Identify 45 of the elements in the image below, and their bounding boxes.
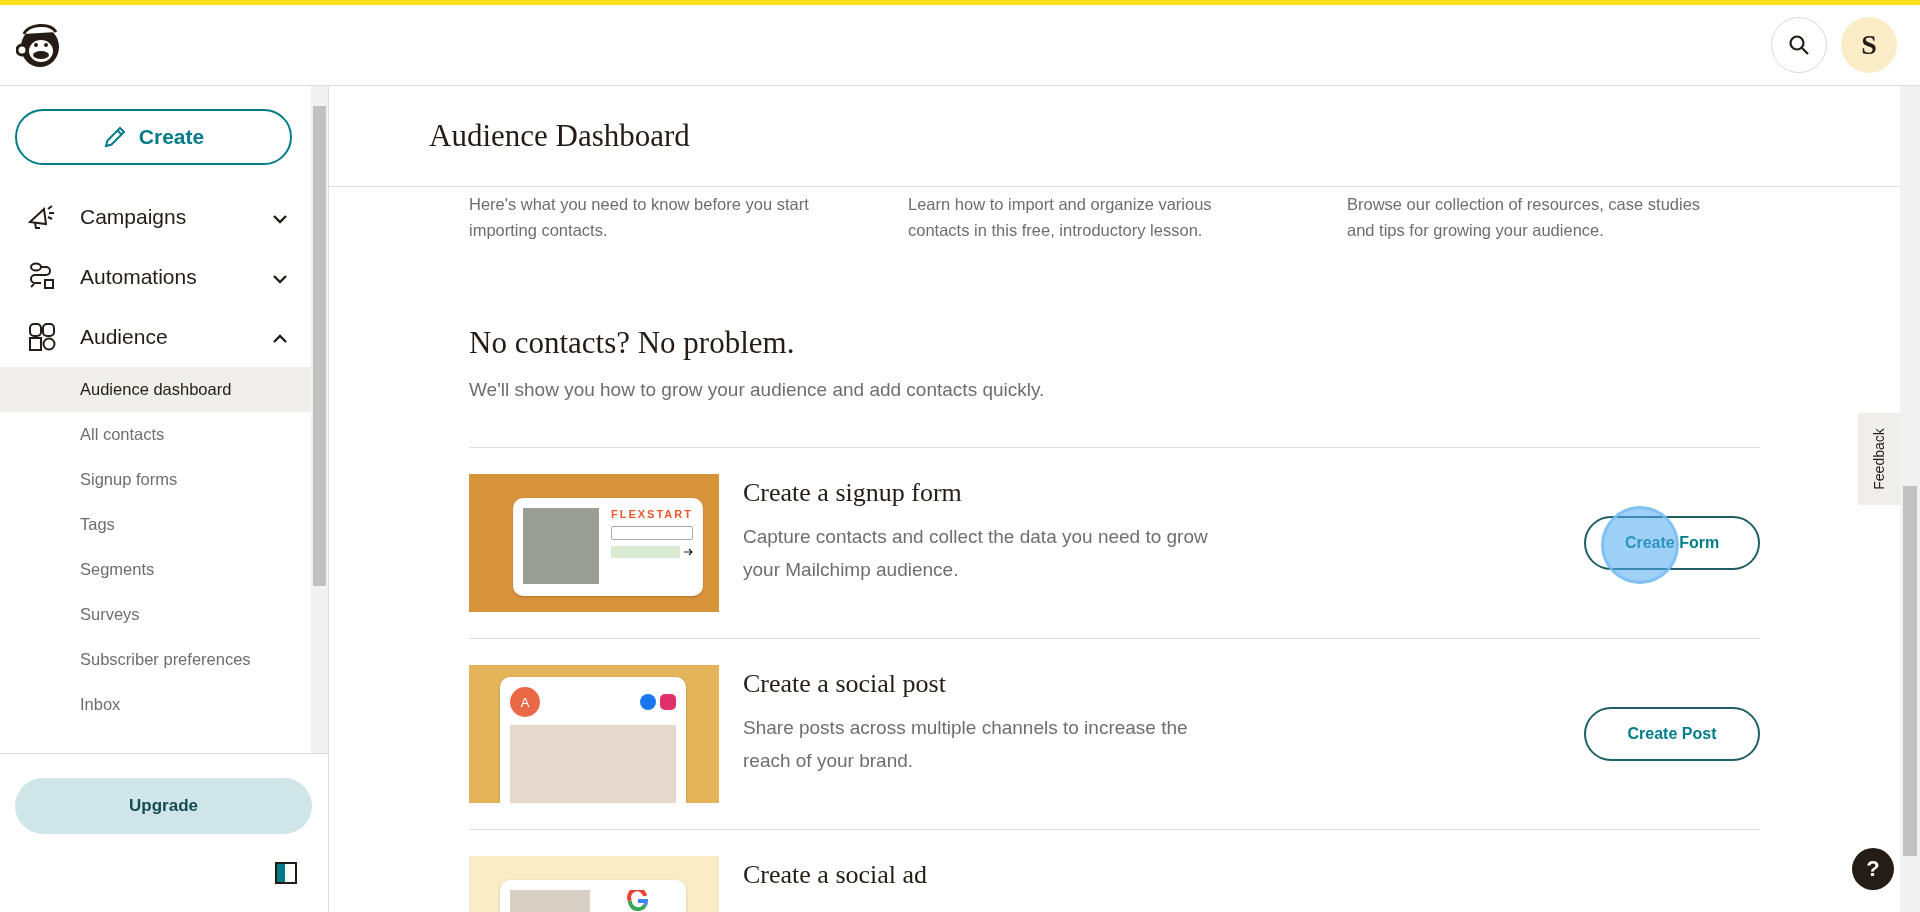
people-icon bbox=[27, 322, 57, 352]
scrollbar[interactable] bbox=[311, 86, 328, 753]
create-button[interactable]: Create bbox=[15, 109, 292, 165]
workflow-icon bbox=[27, 262, 57, 292]
resource-description: Browse our collection of resources, case studies and tips for growing your audience. bbox=[1347, 194, 1702, 241]
action-button[interactable]: Create Form bbox=[1584, 516, 1760, 570]
nav-subitem[interactable]: All contacts bbox=[0, 412, 311, 457]
search-button[interactable] bbox=[1771, 17, 1827, 73]
section-subtitle: We'll show you how to grow your audience and add contacts quickly. bbox=[469, 379, 1046, 401]
sidebar-toggle-icon[interactable] bbox=[275, 862, 297, 884]
page-title: Audience Dashboard bbox=[429, 118, 690, 154]
nav-subitem[interactable]: Signup forms bbox=[0, 457, 311, 502]
nav-subitem[interactable]: Surveys bbox=[0, 592, 311, 637]
nav-subitem[interactable]: Audience dashboard bbox=[0, 367, 311, 412]
section-title: No contacts? No problem. bbox=[469, 325, 796, 361]
brand-text: FLEXSTART bbox=[611, 508, 693, 520]
scrollbar[interactable] bbox=[1900, 86, 1920, 912]
nav-subitem[interactable]: Segments bbox=[0, 547, 311, 592]
upgrade-button[interactable]: Upgrade bbox=[15, 778, 312, 834]
card-title: Create a social ad bbox=[743, 860, 929, 890]
google-g-icon bbox=[627, 890, 649, 912]
resource-description: Here's what you need to know before you start importing contacts. bbox=[469, 194, 810, 241]
nav-subitem[interactable]: Inbox bbox=[0, 682, 311, 727]
help-button[interactable]: ? bbox=[1852, 848, 1894, 890]
social-icon bbox=[660, 694, 676, 710]
user-avatar[interactable]: S bbox=[1841, 17, 1897, 73]
nav-subitem[interactable]: Subscriber preferences bbox=[0, 637, 311, 682]
arrow-icon bbox=[684, 548, 693, 556]
nav-item[interactable]: Audience bbox=[0, 307, 311, 367]
social-icon bbox=[640, 694, 656, 710]
nav-item[interactable]: Campaigns bbox=[0, 187, 311, 247]
avatar-letter: A bbox=[510, 687, 540, 717]
feedback-tab[interactable]: Feedback bbox=[1858, 413, 1900, 505]
nav-item[interactable]: Automations bbox=[0, 247, 311, 307]
nav-subitem[interactable]: Tags bbox=[0, 502, 311, 547]
action-button[interactable]: Create Post bbox=[1584, 707, 1760, 761]
resource-description: Learn how to import and organize various contacts in this free, introductory lesson. bbox=[908, 194, 1213, 241]
card-title: Create a social post bbox=[743, 669, 947, 699]
search-icon bbox=[1787, 33, 1811, 57]
card-description: Capture contacts and collect the data you need to grow your Mailchimp audience. bbox=[743, 525, 1209, 582]
card-description: Share posts across multiple channels to increase the reach of your brand. bbox=[743, 716, 1189, 773]
submit-bar bbox=[611, 546, 680, 558]
pencil-icon bbox=[102, 125, 127, 149]
card-title: Create a signup form bbox=[743, 478, 963, 508]
megaphone-icon bbox=[27, 204, 57, 230]
